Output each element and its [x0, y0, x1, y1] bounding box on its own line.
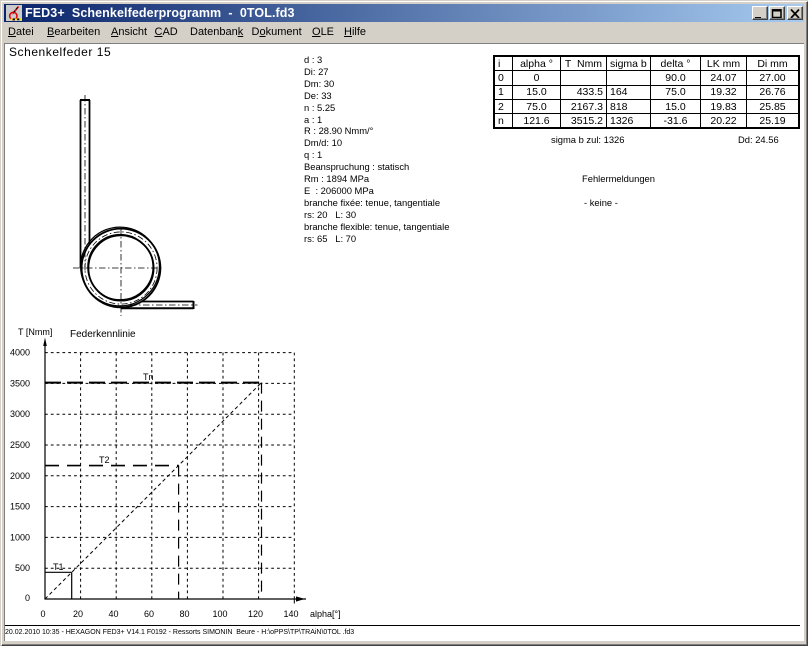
svg-text:80: 80: [179, 609, 189, 619]
svg-text:0: 0: [25, 593, 30, 603]
svg-text:4000: 4000: [10, 348, 30, 358]
svg-text:0: 0: [40, 609, 45, 619]
svg-text:500: 500: [15, 563, 30, 573]
svg-text:40: 40: [108, 609, 118, 619]
svg-text:140: 140: [283, 609, 298, 619]
svg-text:1000: 1000: [10, 532, 30, 542]
svg-text:3500: 3500: [10, 378, 30, 388]
svg-text:20: 20: [73, 609, 83, 619]
svg-text:T2: T2: [99, 455, 110, 465]
svg-text:T1: T1: [53, 562, 64, 572]
svg-text:alpha[°]: alpha[°]: [310, 609, 341, 619]
svg-text:100: 100: [212, 609, 227, 619]
svg-text:Federkennlinie: Federkennlinie: [70, 329, 136, 340]
svg-text:120: 120: [248, 609, 263, 619]
svg-text:3000: 3000: [10, 409, 30, 419]
svg-text:T [Nmm]: T [Nmm]: [18, 327, 52, 337]
svg-text:2500: 2500: [10, 440, 30, 450]
svg-text:60: 60: [144, 609, 154, 619]
svg-text:1500: 1500: [10, 502, 30, 512]
svg-text:2000: 2000: [10, 471, 30, 481]
